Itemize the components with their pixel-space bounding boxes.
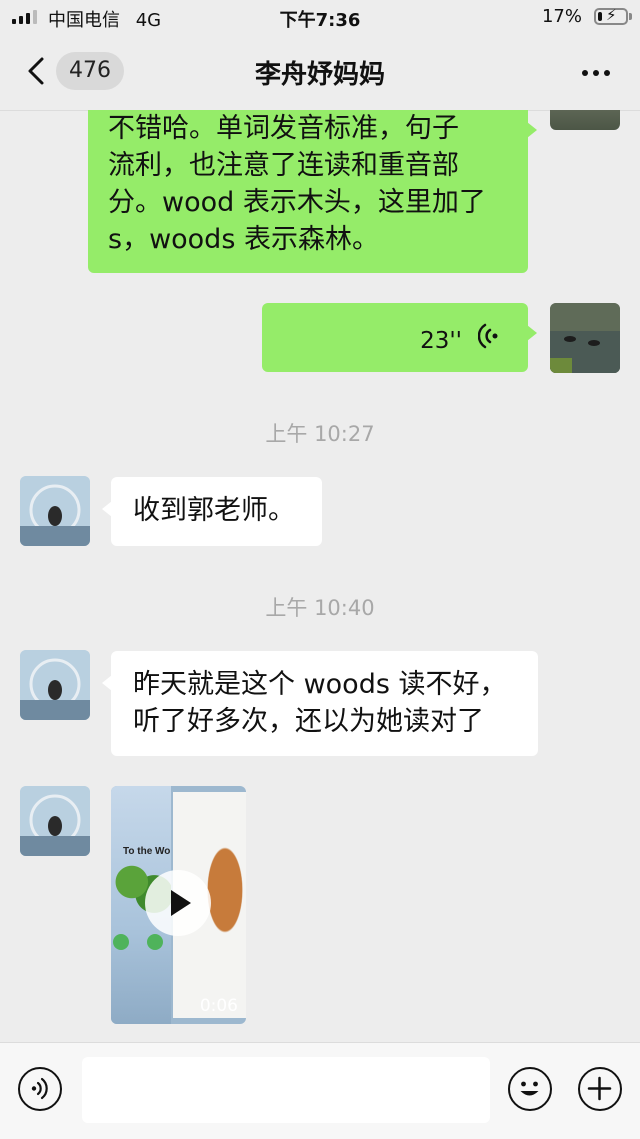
voice-wave-icon xyxy=(478,323,498,349)
message-list[interactable]: 不错哈。单词发音标准，句子 流利，也注意了连读和重音部 分。wood 表示木头，… xyxy=(0,110,640,1042)
voice-duration: 23'' xyxy=(420,328,462,354)
message-bubble-outgoing[interactable]: 不错哈。单词发音标准，句子 流利，也注意了连读和重音部 分。wood 表示木头，… xyxy=(88,110,537,273)
message-timestamp: 上午 10:27 xyxy=(265,422,375,446)
chat-header: 476 李舟妤妈妈 xyxy=(0,34,640,111)
message-bubble-incoming[interactable]: 收到郭老师。 xyxy=(102,477,322,546)
battery-percent: 17% xyxy=(541,6,582,27)
message-input[interactable] xyxy=(82,1057,490,1123)
message-bubble-incoming[interactable]: 昨天就是这个 woods 读不好， 听了好多次，还以为她读对了 xyxy=(102,651,538,756)
more-options-icon[interactable] xyxy=(582,70,610,76)
play-icon[interactable] xyxy=(145,870,211,936)
emoji-icon[interactable] xyxy=(508,1067,552,1111)
avatar-lake-photo xyxy=(550,303,620,373)
avatar-portrait xyxy=(20,650,90,720)
video-mic-icon xyxy=(147,934,163,950)
video-book-title: To the Wo xyxy=(123,846,171,857)
avatar-portrait xyxy=(20,476,90,546)
video-duration: 0:06 xyxy=(199,996,238,1016)
plus-icon[interactable] xyxy=(578,1067,622,1111)
my-avatar[interactable] xyxy=(550,303,620,373)
video-app-icon xyxy=(113,934,129,950)
message-timestamp: 上午 10:40 xyxy=(265,596,375,620)
battery-cap xyxy=(629,13,632,20)
voice-message-bubble[interactable]: 23'' xyxy=(262,303,537,372)
avatar-portrait xyxy=(20,786,90,856)
chat-title: 李舟妤妈妈 xyxy=(254,60,385,90)
status-bar: 中国电信 4G 下午7:36 17% ⚡ xyxy=(0,0,640,34)
contact-avatar[interactable] xyxy=(20,476,90,546)
input-bar xyxy=(0,1042,640,1139)
contact-avatar[interactable] xyxy=(20,786,90,856)
my-avatar[interactable] xyxy=(550,110,620,130)
video-message[interactable]: To the Wo 0:06 xyxy=(111,786,246,1024)
battery-icon: ⚡ xyxy=(594,6,628,25)
voice-input-icon[interactable] xyxy=(18,1067,62,1111)
contact-avatar[interactable] xyxy=(20,650,90,720)
